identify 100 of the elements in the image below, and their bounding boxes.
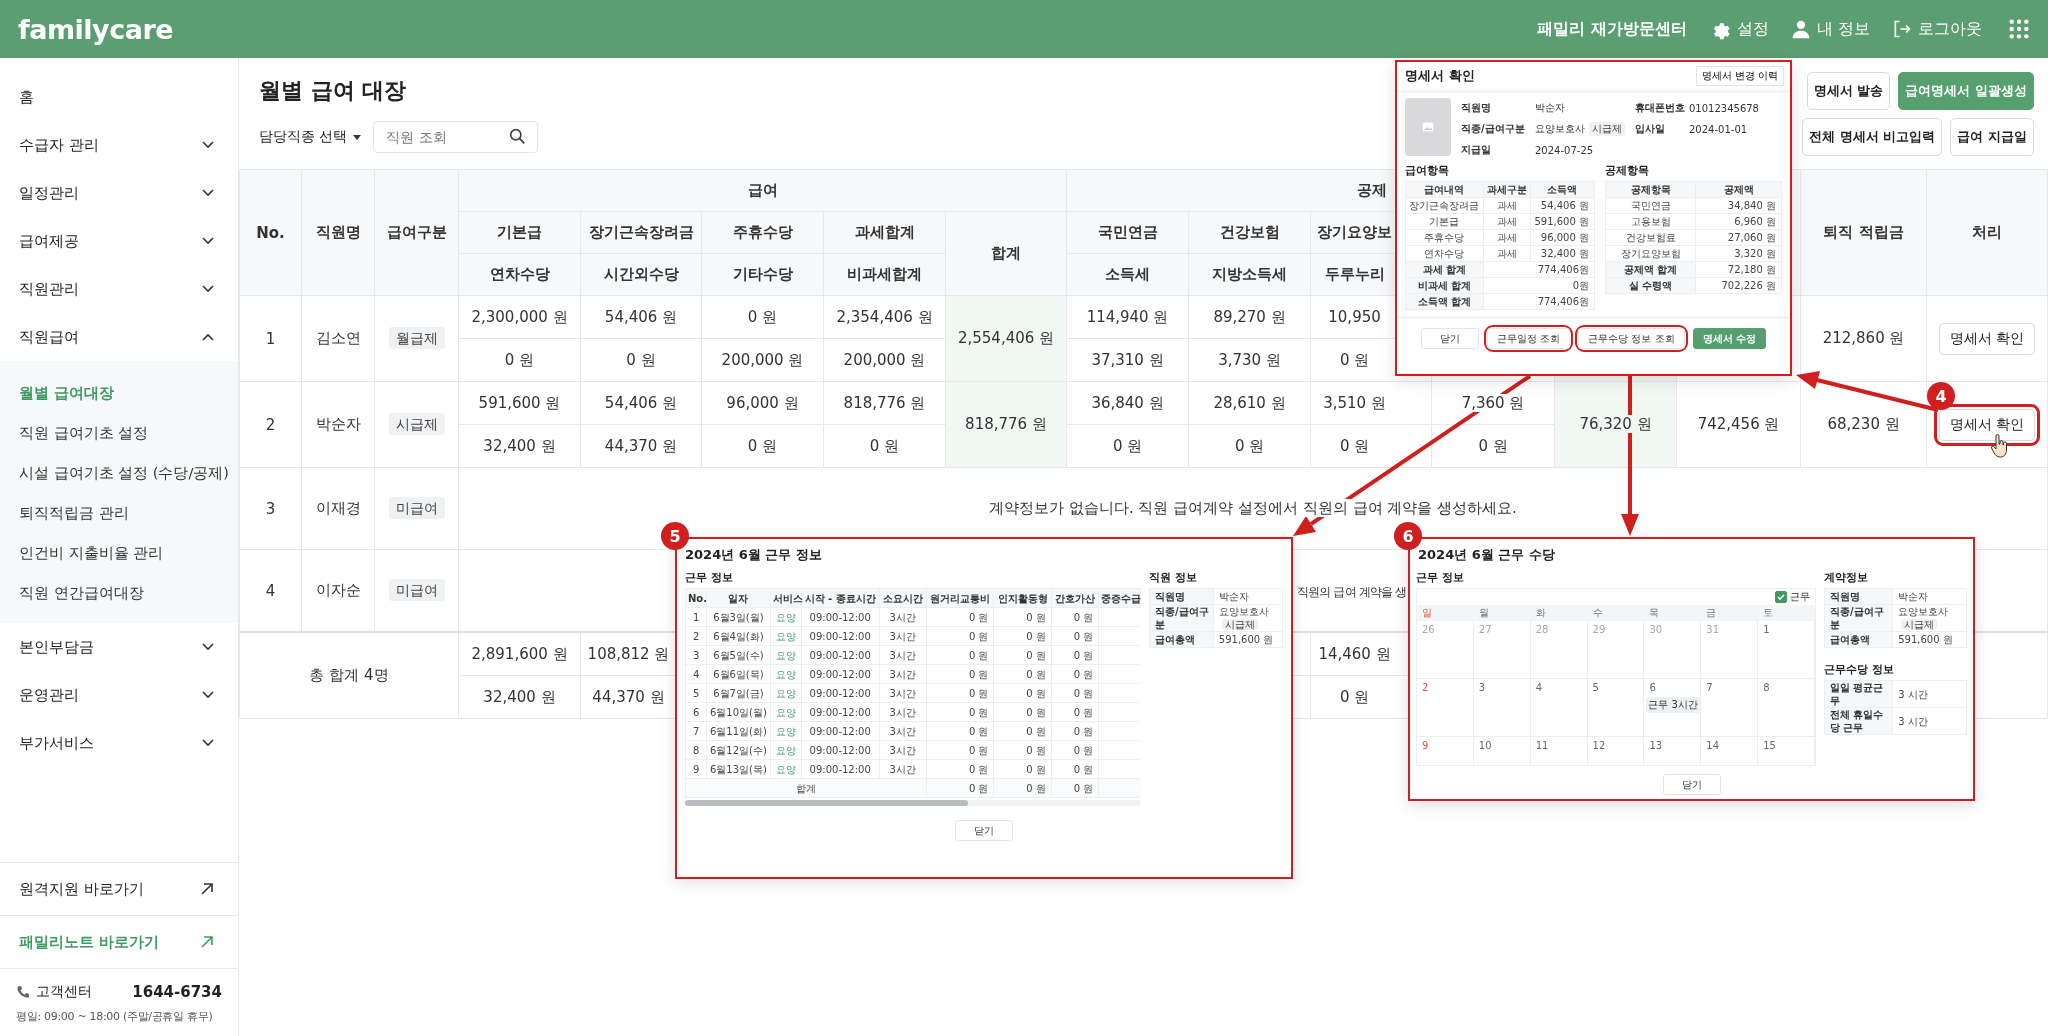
day-number: 7 xyxy=(1706,682,1713,693)
column-header: 원거리교통비 xyxy=(926,588,994,608)
field-label: 지급일 xyxy=(1461,143,1492,157)
table-cell: 76,320 원 xyxy=(1554,381,1677,468)
pay-type-tag: 미급여 xyxy=(388,579,445,601)
table-cell: 0 원 xyxy=(1431,424,1555,468)
table-cell: 장기근속장려금 xyxy=(1405,197,1484,214)
submenu-item[interactable]: 시설 급여기초 설정 (수당/공제) xyxy=(0,453,238,493)
menu-item[interactable]: 운영관리 xyxy=(0,671,238,719)
table-cell: 34,840 원 xyxy=(1695,197,1782,214)
support-phone: 1644-6734 xyxy=(132,983,222,1001)
table-cell: 89,270 원 xyxy=(1188,295,1311,339)
weekday-label: 수 xyxy=(1591,606,1604,620)
action-button[interactable]: 명세서 발송 xyxy=(1806,72,1891,110)
column-header: 급여구분 xyxy=(374,169,459,296)
table-cell: 0 원 xyxy=(1051,607,1099,627)
table-cell: 0 원 xyxy=(1051,702,1099,722)
table-cell: 0 원 xyxy=(993,683,1052,703)
table-cell: 818,776 원 xyxy=(945,381,1067,468)
table-cell: 0 원 xyxy=(580,338,702,382)
menu-item[interactable]: 수급자 관리 xyxy=(0,121,238,169)
table-cell: 0 원 xyxy=(1051,626,1099,646)
table-cell: 6월11일(화) xyxy=(706,721,771,741)
column-header: 소득세 xyxy=(1066,253,1189,296)
menu-item[interactable]: 부가서비스 xyxy=(0,719,238,767)
table-cell: 7 xyxy=(685,721,707,741)
table-cell: 212,860 원 xyxy=(1800,295,1927,382)
day-number: 9 xyxy=(1422,740,1429,751)
work-chip[interactable]: 근무 3시간 xyxy=(1646,697,1700,713)
history-button[interactable]: 명세서 변경 이력 xyxy=(1695,66,1784,86)
column-header: 기타수당 xyxy=(701,253,824,296)
day-number: 1 xyxy=(1763,624,1770,635)
weekday-label: 일 xyxy=(1421,606,1433,620)
submenu-item[interactable]: 직원 연간급여대장 xyxy=(0,573,238,613)
close-button[interactable]: 닫기 xyxy=(955,820,1013,841)
menu-item[interactable]: 급여제공 xyxy=(0,217,238,265)
shortcut-link[interactable]: 원격지원 바로가기 xyxy=(0,862,238,915)
table-cell: 5 xyxy=(685,683,707,703)
table-cell: 김소연 xyxy=(301,295,375,382)
table-cell: 0 원 xyxy=(926,721,994,741)
table-cell: 0 원 xyxy=(1051,740,1099,760)
table-cell: 장기요양보험 xyxy=(1605,245,1696,262)
search-icon[interactable] xyxy=(509,128,527,145)
section-title: 직원 정보 xyxy=(1149,570,1198,585)
table-cell: 요양 xyxy=(770,664,802,684)
statement-button[interactable]: 명세서 확인 xyxy=(1938,322,2036,355)
field-value: 591,600 원 xyxy=(1218,634,1274,645)
field-label: 직종/급여구분 xyxy=(1461,122,1526,136)
table-cell: 96,000 원 xyxy=(701,381,824,425)
menu-item[interactable]: 직원급여 xyxy=(0,313,238,361)
close-button[interactable]: 닫기 xyxy=(1662,774,1721,795)
table-cell: 0원 xyxy=(1483,277,1595,294)
dialog-button[interactable]: 근무수당 정보 조회 xyxy=(1578,328,1685,349)
checkbox[interactable] xyxy=(1775,591,1787,603)
submenu-item[interactable]: 직원 급여기초 설정 xyxy=(0,413,238,453)
day-number: 31 xyxy=(1706,624,1719,635)
action-button[interactable]: 전체 명세서 비고입력 xyxy=(1802,118,1943,156)
table-cell: 요양 xyxy=(770,645,802,665)
dialog-button[interactable]: 닫기 xyxy=(1421,328,1479,349)
table-cell: 68,230 원 xyxy=(1800,381,1927,468)
table-cell: 09:00-12:00 xyxy=(801,702,879,722)
table-cell: 32,400 원 xyxy=(458,675,581,719)
column-header: No. xyxy=(239,169,302,296)
table-cell: 54,406 원 xyxy=(580,381,702,425)
action-button[interactable]: 급여 지급일 xyxy=(1950,118,2034,156)
table-cell: 0 원 xyxy=(1051,721,1099,741)
menu-item[interactable]: 직원관리 xyxy=(0,265,238,313)
menu-item[interactable]: 본인부담금 xyxy=(0,623,238,671)
table-cell: 0 원 xyxy=(926,759,994,779)
table-cell: 7,360 원 xyxy=(1431,381,1555,425)
submenu-item[interactable]: 퇴직적립금 관리 xyxy=(0,493,238,533)
table-cell: 2 xyxy=(685,626,707,646)
submenu-item[interactable]: 인건비 지출비율 관리 xyxy=(0,533,238,573)
app-grid-icon[interactable] xyxy=(2008,18,2030,40)
column-header: 퇴직 적립금 xyxy=(1800,169,1927,296)
table-cell: 09:00-12:00 xyxy=(801,626,879,646)
dialog-button[interactable]: 근무일정 조회 xyxy=(1487,328,1571,349)
field-value: 요양보호사 xyxy=(1218,606,1269,617)
table-cell: 28,610 원 xyxy=(1188,381,1311,425)
table-cell: 4 xyxy=(685,664,707,684)
table-cell: 6월10일(월) xyxy=(706,702,771,722)
horizontal-scrollbar[interactable] xyxy=(685,800,1141,806)
table-cell: 6월12일(수) xyxy=(706,740,771,760)
job-type-dropdown[interactable]: 담당직종 선택 xyxy=(259,128,362,146)
table-cell: 6,960 원 xyxy=(1695,213,1782,230)
menu-item[interactable]: 홈 xyxy=(0,73,238,121)
column-header: 주휴수당 xyxy=(701,211,824,254)
day-number: 11 xyxy=(1535,740,1549,751)
menu-item[interactable]: 일정관리 xyxy=(0,169,238,217)
page-title: 월별 급여 대장 xyxy=(259,77,407,105)
column-header: 급여내역 xyxy=(1405,181,1484,198)
table-cell: 8 xyxy=(685,740,707,760)
column-header: 소요시간 xyxy=(879,588,927,608)
search-field[interactable]: 직원 조회 xyxy=(373,121,539,153)
table-cell: 0 원 xyxy=(993,702,1052,722)
column-header: 공제항목 xyxy=(1605,181,1696,198)
statement-button[interactable]: 명세서 확인 xyxy=(1938,408,2036,441)
column-header: 비과세합계 xyxy=(823,253,946,296)
hand-cursor-icon xyxy=(1989,434,2010,458)
table-cell: 36,840 원 xyxy=(1066,381,1189,425)
